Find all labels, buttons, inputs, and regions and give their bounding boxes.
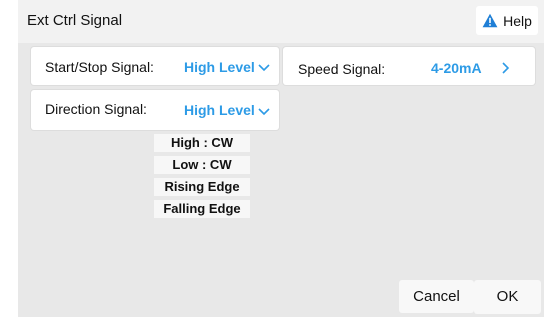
direction-option-high-cw[interactable]: High : CW (154, 134, 250, 152)
ext-ctrl-dialog: Ext Ctrl Signal Help Start/Stop Signal: … (18, 0, 544, 317)
direction-signal-label: Direction Signal: (45, 101, 147, 117)
start-stop-signal-value[interactable]: High Level (184, 59, 255, 75)
speed-signal-value[interactable]: 4-20mA (431, 60, 482, 76)
chevron-down-icon[interactable] (258, 64, 270, 72)
speed-signal-label: Speed Signal: (298, 61, 386, 77)
help-button[interactable]: Help (476, 6, 538, 35)
direction-signal-row[interactable]: Direction Signal: High Level (31, 90, 279, 130)
start-stop-signal-label: Start/Stop Signal: (45, 59, 154, 75)
start-stop-signal-row[interactable]: Start/Stop Signal: High Level (31, 47, 279, 85)
chevron-right-icon[interactable] (502, 62, 510, 74)
help-label: Help (503, 12, 532, 29)
direction-option-falling-edge[interactable]: Falling Edge (154, 200, 250, 218)
warning-icon (482, 13, 498, 28)
cancel-button[interactable]: Cancel (399, 280, 474, 313)
dialog-titlebar: Ext Ctrl Signal Help (18, 0, 544, 43)
direction-option-low-cw[interactable]: Low : CW (154, 156, 250, 174)
direction-signal-value[interactable]: High Level (184, 102, 255, 118)
speed-signal-row[interactable]: Speed Signal: 4-20mA (283, 47, 535, 85)
direction-option-rising-edge[interactable]: Rising Edge (154, 178, 250, 196)
dialog-title: Ext Ctrl Signal (27, 12, 123, 29)
ok-button[interactable]: OK (474, 280, 541, 314)
chevron-down-icon[interactable] (258, 108, 270, 116)
